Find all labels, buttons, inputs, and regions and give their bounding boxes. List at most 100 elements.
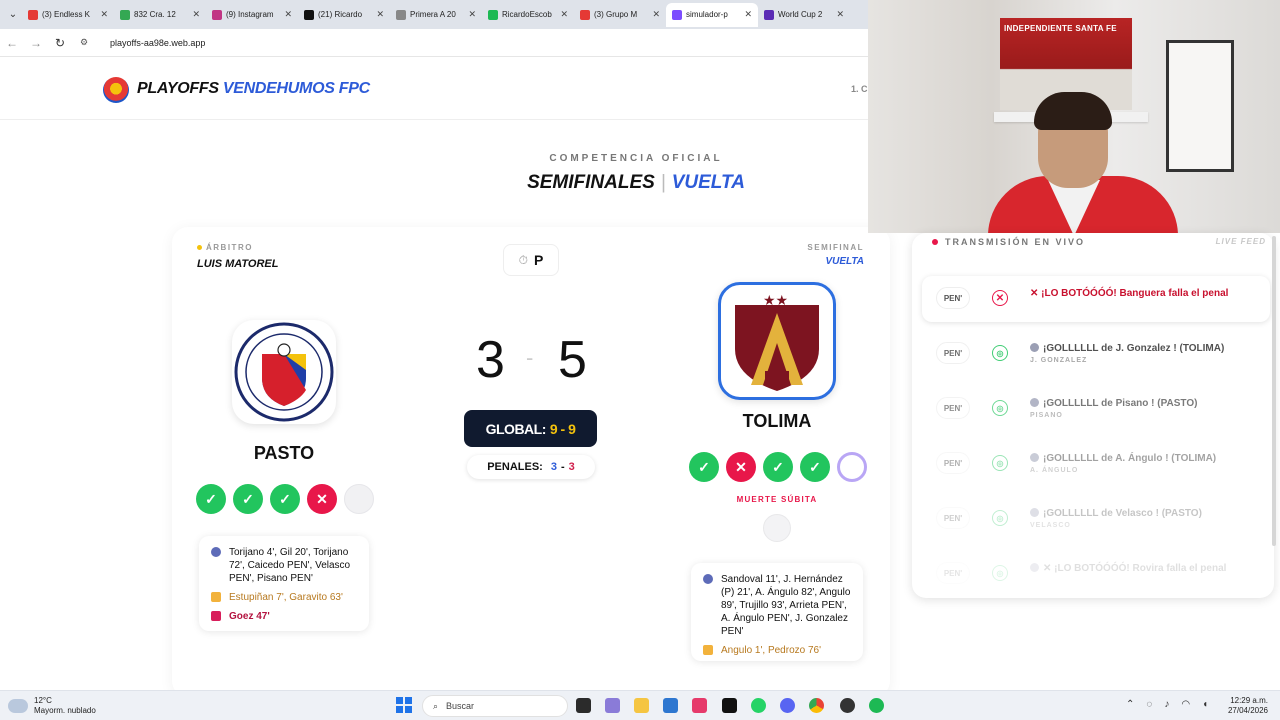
file-explorer-icon[interactable] — [634, 698, 649, 713]
competition-kicker: COMPETENCIA OFICIAL — [549, 153, 723, 164]
browser-tab[interactable]: (3) Grupo M ✕ — [574, 3, 666, 27]
network-icon[interactable]: ◌ — [1146, 699, 1152, 710]
away-kick-ok: ✓ — [800, 452, 830, 482]
start-icon[interactable] — [396, 697, 412, 713]
tab-search-icon[interactable]: ⌄ — [4, 9, 22, 20]
feed-message-text: ✕ ¡LO BOTÓÓÓÓ! Banguera falla el penal — [1030, 288, 1229, 299]
whatsapp-icon[interactable] — [751, 698, 766, 713]
weather-widget[interactable]: 12°C Mayorm. nublado — [8, 696, 96, 716]
home-goals: Torijano 4', Gil 20', Torijano 72', Caic… — [229, 547, 351, 584]
volume-icon[interactable]: ◖ — [1202, 699, 1208, 710]
browser-tab[interactable]: (21) Ricardo ✕ — [298, 3, 390, 27]
feed-scrollbar[interactable] — [1272, 236, 1276, 546]
yellow-card-icon — [703, 645, 713, 655]
browser-tab[interactable]: (3) Endless K ✕ — [22, 3, 114, 27]
browser-tab[interactable]: World Cup 2 ✕ — [758, 3, 850, 27]
cloud-icon — [8, 699, 28, 713]
ball-icon — [1030, 508, 1039, 517]
tab-close-icon[interactable]: ✕ — [376, 9, 384, 20]
feed-item[interactable]: PEN' ◎ ¡GOLLLLLL de Pisano ! (PASTO) PISANO — [922, 386, 1270, 432]
penalties-home: 3 — [550, 461, 557, 473]
tolima-crest: ★★ — [718, 282, 836, 400]
clock[interactable]: 12:29 a.m. 27/04/2026 — [1224, 696, 1268, 716]
feed-item[interactable]: PEN' ✕ ✕ ¡LO BOTÓÓÓÓ! Banguera falla el pe… — [922, 276, 1270, 322]
feed-pen-badge: PEN' — [936, 397, 970, 419]
feed-item[interactable]: PEN' ◎ ✕ ¡LO BOTÓÓÓÓ! Rovira falla el pena… — [922, 551, 1270, 597]
feed-item[interactable]: PEN' ◎ ¡GOLLLLLL de Velasco ! (PASTO) VELAS… — [922, 496, 1270, 542]
system-tray: ⌃ ◌ ♪ ◠ ◖ — [1126, 699, 1208, 710]
tiktok-icon[interactable] — [722, 698, 737, 713]
spotify-icon[interactable] — [869, 698, 884, 713]
taskbar-search[interactable]: ⌕ Buscar — [422, 695, 568, 717]
site-info-icon[interactable]: ⚙ — [72, 37, 96, 48]
feed-item[interactable]: PEN' ◎ ¡GOLLLLLL de J. Gonzalez ! (TOLIMA)… — [922, 331, 1270, 377]
back-icon[interactable]: ← — [0, 36, 24, 50]
browser-tab[interactable]: simulador-p ✕ — [666, 2, 758, 27]
windows-taskbar: 12°C Mayorm. nublado ⌕ Buscar ⌃ ◌ ♪ ◠ ◖ … — [0, 690, 1280, 720]
colombia-logo-icon — [103, 77, 129, 103]
browser-tab[interactable]: RicardoEscob ✕ — [482, 3, 574, 27]
tab-favicon-icon — [396, 9, 406, 20]
reload-icon[interactable]: ↻ — [48, 36, 72, 50]
referee-caption-text: ÁRBITRO — [206, 243, 253, 252]
brand-title[interactable]: PLAYOFFS VENDEHUMOS FPC — [137, 80, 370, 98]
sudden-death-kick[interactable] — [763, 514, 791, 542]
feed-message: ✕ ¡LO BOTÓÓÓÓ! Rovira falla el penal — [1030, 563, 1226, 574]
leg-label: VUELTA — [671, 172, 745, 193]
weather-text: 12°C Mayorm. nublado — [34, 696, 96, 716]
brand-part-2: VENDEHUMOS FPC — [222, 80, 370, 97]
home-kick-pending — [344, 484, 374, 514]
wifi-icon[interactable]: ◠ — [1181, 699, 1190, 710]
red-card-icon — [211, 611, 221, 621]
stage-caption: SEMIFINAL — [807, 243, 864, 252]
ball-icon — [1030, 563, 1039, 572]
tab-close-icon[interactable]: ✕ — [744, 9, 752, 20]
app-icon[interactable] — [692, 698, 707, 713]
tab-favicon-icon — [764, 9, 774, 20]
ball-icon — [1030, 453, 1039, 462]
tab-close-icon[interactable]: ✕ — [836, 9, 844, 20]
forward-icon[interactable]: → — [24, 36, 48, 50]
referee-dot-icon — [197, 245, 202, 250]
app2-icon[interactable] — [840, 698, 855, 713]
tab-close-icon[interactable]: ✕ — [192, 9, 200, 20]
penalties-badge: PENALES: 3 - 3 — [467, 455, 595, 479]
ball-icon — [211, 547, 221, 557]
away-goals: Sandoval 11', J. Hernández (P) 21', A. Á… — [721, 574, 851, 637]
chevron-up-icon[interactable]: ⌃ — [1126, 699, 1134, 710]
tab-favicon-icon — [212, 9, 222, 20]
live-dot-icon — [932, 239, 938, 245]
feed-item[interactable]: PEN' ◎ ¡GOLLLLLL de A. Ángulo ! (TOLIMA) A.… — [922, 441, 1270, 487]
task-view-icon[interactable] — [576, 698, 591, 713]
tab-favicon-icon — [304, 9, 314, 20]
tab-title: Primera A 20 — [410, 10, 456, 19]
feed-message: ¡GOLLLLLL de Velasco ! (PASTO) — [1030, 508, 1202, 519]
home-red-cards: Goez 47' — [229, 611, 270, 622]
browser-tab[interactable]: Primera A 20 ✕ — [390, 3, 482, 27]
pasto-crest — [232, 320, 336, 424]
tab-close-icon[interactable]: ✕ — [652, 9, 660, 20]
feed-message: ✕ ¡LO BOTÓÓÓÓ! Banguera falla el penal — [1030, 288, 1228, 299]
chrome-icon[interactable] — [809, 698, 824, 713]
browser-tab[interactable]: 832 Cra. 12 ✕ — [114, 3, 206, 27]
away-yellow-row: Angulo 1', Pedrozo 76' — [703, 644, 851, 657]
live-caption-text: TRANSMISIÓN EN VIVO — [945, 237, 1086, 247]
url-text[interactable]: playoffs-aa98e.web.app — [110, 38, 205, 48]
tab-close-icon[interactable]: ✕ — [284, 9, 292, 20]
away-team-name: TOLIMA — [742, 411, 812, 431]
tab-close-icon[interactable]: ✕ — [100, 9, 108, 20]
feed-scorer: J. GONZALEZ — [1030, 357, 1088, 364]
discord-icon[interactable] — [780, 698, 795, 713]
ball-icon — [1030, 343, 1039, 352]
mic-icon[interactable]: ♪ — [1164, 699, 1169, 710]
browser-tab[interactable]: (9) Instagram ✕ — [206, 3, 298, 27]
tab-close-icon[interactable]: ✕ — [468, 9, 476, 20]
referee-caption: ÁRBITRO — [197, 243, 253, 252]
copilot-icon[interactable] — [605, 698, 620, 713]
store-icon[interactable] — [663, 698, 678, 713]
brand-part-1: PLAYOFFS — [137, 80, 219, 97]
stopwatch-icon: ⏱ — [518, 252, 529, 267]
feed-pen-badge: PEN' — [936, 452, 970, 474]
home-kick-ok: ✓ — [270, 484, 300, 514]
tab-close-icon[interactable]: ✕ — [560, 9, 568, 20]
